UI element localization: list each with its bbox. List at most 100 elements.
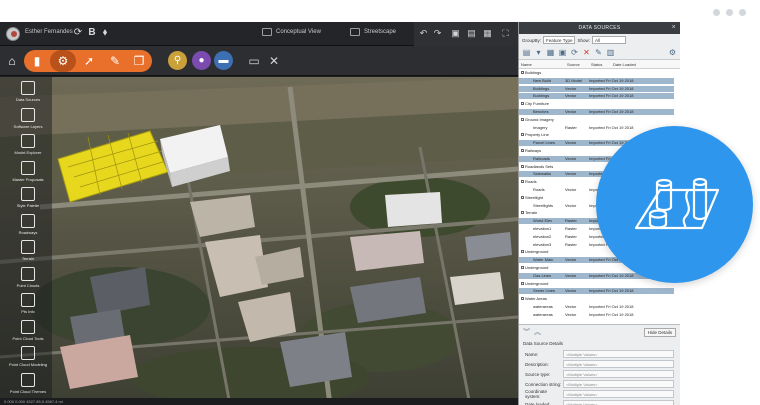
detail-value-field[interactable]: <Multiple Values> (563, 390, 674, 398)
dropdown-icon[interactable]: ▾ (534, 48, 543, 57)
column-name[interactable]: Name (519, 60, 565, 68)
sidebar-item-themes[interactable]: Point Cloud Themes (8, 373, 48, 394)
expand-toggle-icon[interactable] (521, 102, 524, 106)
tree-group[interactable]: Buildings (519, 70, 674, 76)
sidebar-item-label: Data Sources (15, 97, 41, 102)
user-avatar[interactable] (6, 27, 20, 41)
sidebar-item-point-cloud-tools[interactable]: Point Cloud Tools (8, 320, 48, 341)
detail-value-field[interactable]: <Multiple Values> (563, 350, 674, 358)
detail-value-field[interactable]: <Multiple Values> (563, 380, 674, 388)
refresh-icon[interactable]: ⟳ (570, 48, 579, 57)
map-viewport[interactable] (0, 77, 518, 405)
sidebar-item-model-explorer[interactable]: Model Explorer (8, 134, 48, 155)
edit-icon[interactable]: ✎ (594, 48, 603, 57)
streetscape-icon[interactable] (350, 28, 360, 36)
home-icon[interactable]: ⌂ (3, 50, 21, 72)
show-select[interactable]: All (591, 36, 626, 44)
hide-details-button[interactable]: Hide Details (643, 327, 676, 337)
layout-icon[interactable]: ▤ (466, 28, 477, 39)
row-source-type: Raster (565, 124, 577, 130)
column-date-loaded[interactable]: Date Loaded (611, 60, 636, 68)
settings-tool-icon[interactable]: ⚙ (50, 50, 76, 72)
row-name: Parcel Lines (533, 140, 556, 146)
detail-value-field[interactable]: <Multiple Values> (563, 360, 674, 368)
fullscreen-icon[interactable]: ⛶ (500, 28, 511, 39)
sidebar-item-modeling[interactable]: Point Cloud Modeling (8, 346, 48, 367)
groupby-select[interactable]: Feature Type (543, 36, 576, 44)
expand-toggle-icon[interactable] (521, 180, 524, 184)
save-icon[interactable]: ▣ (450, 28, 461, 39)
expand-toggle-icon[interactable] (521, 266, 524, 269)
detail-value-field[interactable]: <Multiple Values> (563, 400, 674, 405)
chevron-up-icon[interactable]: ︽ (534, 327, 541, 337)
select-tool-icon[interactable]: ➚ (76, 50, 102, 72)
row-name: Water Main (533, 257, 554, 263)
row-name: Roads (533, 187, 545, 192)
tree-row[interactable]: waterareas Vector Imported Fri Oct 19 2018 (519, 304, 674, 310)
expand-toggle-icon[interactable] (521, 211, 524, 215)
expand-toggle-icon[interactable] (521, 71, 524, 74)
refresh-icon[interactable]: ⟳ (72, 27, 84, 39)
sidebar-item-label: Roadways (18, 230, 38, 235)
conceptual-view-icon[interactable] (262, 28, 272, 36)
tree-row[interactable]: waterareas Vector Imported Fri Oct 19 2018 (519, 312, 674, 318)
expand-toggle-icon[interactable] (521, 117, 524, 121)
vehicle-tool-icon[interactable]: ▬ (214, 51, 233, 70)
row-source-type: Vector (565, 202, 577, 208)
expand-toggle-icon[interactable] (521, 297, 524, 301)
sidebar-item-label: Master Proposals (12, 177, 44, 182)
expand-toggle-icon[interactable] (521, 250, 524, 254)
tools-icon[interactable]: ✕ (266, 50, 282, 72)
tree-row[interactable]: New Build 3D Model Imported Fri Oct 19 201… (519, 77, 674, 84)
tree-row[interactable]: Sewer Lines Vector Imported Fri Oct 19 201… (519, 288, 674, 295)
screen-tool-icon[interactable]: ▭ (246, 50, 262, 72)
chevron-down-icon[interactable]: ︾ (523, 327, 530, 337)
tree-row[interactable]: Benches Vector Imported Fri Oct 19 2018 (519, 109, 674, 115)
expand-toggle-icon[interactable] (521, 281, 524, 285)
sidebar-item-roadways[interactable]: Roadways (8, 214, 48, 235)
sidebar-item-terrain[interactable]: Terrain (8, 240, 48, 261)
draw-tool-icon[interactable]: ✎ (102, 50, 128, 72)
tree-row[interactable]: Buildings Vector Imported Fri Oct 19 2018 (519, 85, 674, 92)
add-source-icon[interactable]: ▤ (522, 48, 531, 57)
grid-icon[interactable]: ▦ (482, 28, 493, 39)
sidebar-item-style-palette[interactable]: Style Palette (8, 187, 48, 208)
tree-row[interactable]: Buildings Vector Imported Fri Oct 19 2018 (519, 93, 674, 100)
conceptual-view-label[interactable]: Conceptual View (276, 29, 321, 35)
import-icon[interactable]: ▦ (546, 48, 555, 57)
properties-icon[interactable]: ▥ (606, 48, 615, 57)
details-nav: ︾ ︽ Hide Details (519, 325, 680, 339)
expand-toggle-icon[interactable] (521, 164, 524, 168)
row-name: elevation2 (533, 233, 552, 239)
bike-tool-icon[interactable]: ⚲ (168, 51, 187, 70)
tree-group[interactable]: Water Areas (519, 296, 674, 302)
camera-tool-icon[interactable]: ● (192, 51, 211, 70)
delete-icon[interactable]: ✕ (582, 48, 591, 57)
column-status[interactable]: Status (589, 60, 611, 68)
sidebar-item-proposals[interactable]: Master Proposals (8, 161, 48, 182)
row-name: New Build (533, 77, 552, 83)
sidebar-item-point-clouds[interactable]: Point Clouds (8, 267, 48, 288)
expand-toggle-icon[interactable] (521, 149, 524, 152)
undo-icon[interactable]: ↶ (418, 28, 429, 39)
sidebar-item-layers[interactable]: Software Layers (8, 108, 48, 129)
row-name: World Elev (533, 218, 553, 224)
pillar-tool-icon[interactable]: ▮ (24, 50, 50, 72)
folder-icon[interactable]: ▣ (558, 48, 567, 57)
close-icon[interactable]: × (672, 22, 676, 34)
column-source-type[interactable]: Source Type (565, 60, 589, 76)
sidebar-item-data-sources[interactable]: Data Sources (8, 81, 48, 102)
sidebar-item-info[interactable]: Pts Info (8, 293, 48, 314)
streetscape-label[interactable]: Streetscape (364, 29, 396, 35)
sidebar: Data Sources Software Layers Model Explo… (0, 77, 52, 405)
settings-icon[interactable]: ⚙ (668, 48, 677, 57)
sidebar-item-label: Terrain (21, 256, 35, 261)
copy-tool-icon[interactable]: ❐ (126, 50, 152, 72)
redo-icon[interactable]: ↷ (432, 28, 443, 39)
table-header: Name Source Type Status Date Loaded (519, 60, 680, 76)
tree-group[interactable]: Ground Imagery (519, 117, 674, 123)
expand-toggle-icon[interactable] (521, 195, 524, 199)
expand-toggle-icon[interactable] (521, 133, 524, 137)
detail-value-field[interactable]: <Multiple Values> (563, 370, 674, 378)
tree-group[interactable]: City Furniture (519, 101, 674, 107)
